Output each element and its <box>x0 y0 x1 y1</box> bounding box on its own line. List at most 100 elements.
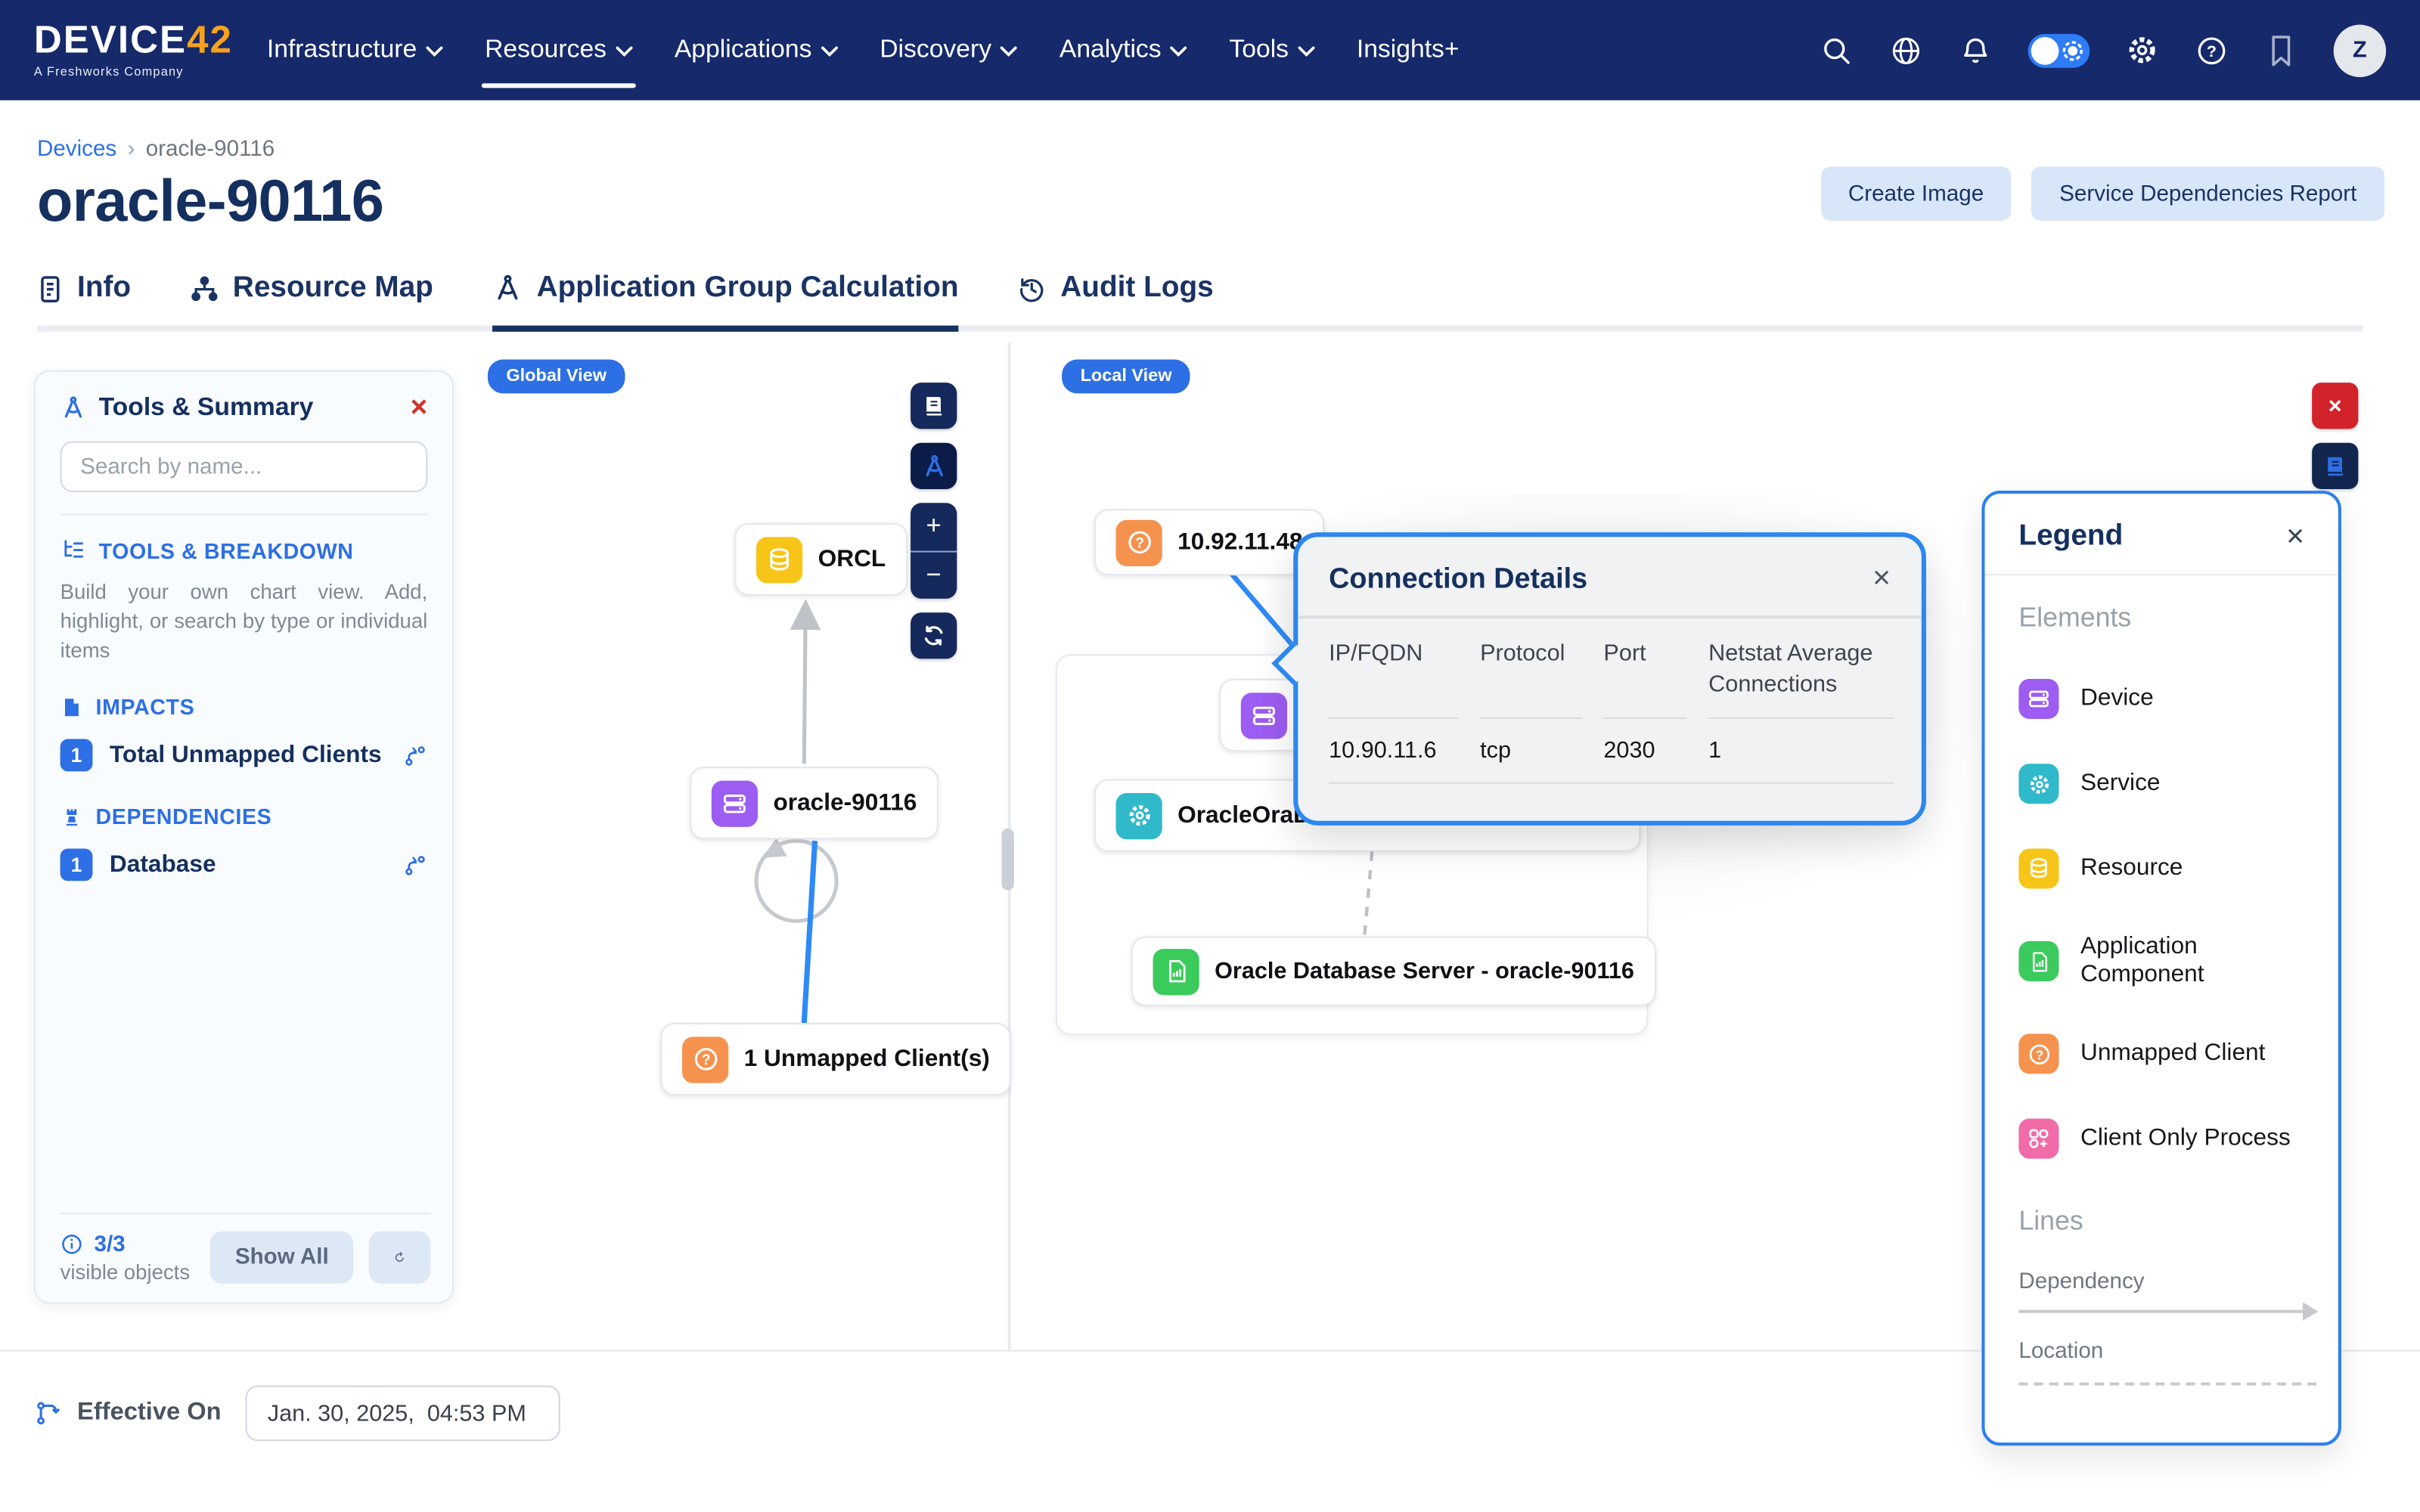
device-icon <box>712 780 758 826</box>
service-icon <box>1116 792 1162 838</box>
location-line-sample <box>2018 1383 2316 1386</box>
chevron-down-icon <box>1171 46 1187 57</box>
nav-item-tools[interactable]: Tools <box>1229 0 1314 101</box>
zoom-out-button[interactable]: − <box>911 552 957 599</box>
legend-item-device: Device <box>2018 679 2304 719</box>
close-icon[interactable]: × <box>2286 525 2304 550</box>
nav-item-analytics[interactable]: Analytics <box>1060 0 1187 101</box>
nav-item-resources[interactable]: Resources <box>485 0 633 101</box>
tab-info[interactable]: Info <box>37 271 131 332</box>
node-label: 10.92.11.48 <box>1177 528 1302 556</box>
node-list-button[interactable] <box>911 383 957 429</box>
book-icon <box>2322 454 2347 479</box>
show-all-button[interactable]: Show All <box>210 1232 353 1284</box>
breakdown-heading: TOOLS & BREAKDOWN <box>99 538 354 562</box>
table-cell-port: 2030 <box>1603 717 1686 782</box>
compass-icon <box>920 453 947 479</box>
brand-text: DEVICE <box>34 18 187 61</box>
row-divider <box>1329 782 1894 784</box>
toggle-knob <box>2031 36 2059 64</box>
search-input[interactable] <box>60 442 428 492</box>
column-header: IP/FQDN <box>1329 638 1458 717</box>
node-label: ORCL <box>818 545 886 573</box>
node-unmapped-clients[interactable]: ? 1 Unmapped Client(s) <box>660 1023 1011 1095</box>
main-nav: Infrastructure Resources Applications Di… <box>267 0 1460 101</box>
node-unmapped-ip[interactable]: ? 10.92.11.48 <box>1094 509 1324 575</box>
node-device-oracle-90116[interactable]: oracle-90116 <box>690 767 939 839</box>
visible-objects-caption: visible objects <box>60 1259 191 1283</box>
splitter-handle[interactable] <box>1001 829 1013 891</box>
nav-item-discovery[interactable]: Discovery <box>880 0 1018 101</box>
brand-accent: 42 <box>187 18 233 61</box>
search-icon[interactable] <box>1820 33 1854 67</box>
globe-icon[interactable] <box>1889 33 1923 67</box>
connection-details-popup: Connection Details × IP/FQDN Protocol Po… <box>1293 532 1926 826</box>
unmapped-client-icon: ? <box>2018 1033 2059 1074</box>
node-label: 1 Unmapped Client(s) <box>744 1046 990 1074</box>
svg-text:?: ? <box>2207 42 2217 60</box>
refresh-icon <box>393 1245 405 1270</box>
legend-panel: Legend × Elements Device Service Resourc… <box>1981 491 2341 1445</box>
client-only-process-icon <box>2018 1119 2059 1159</box>
effective-on-icon <box>34 1399 62 1427</box>
avatar-initial: Z <box>2353 37 2367 64</box>
chevron-down-icon <box>1298 46 1314 57</box>
chevron-down-icon <box>616 46 632 57</box>
breadcrumb-current: oracle-90116 <box>146 138 275 163</box>
nav-item-infrastructure[interactable]: Infrastructure <box>267 0 443 101</box>
tools-summary-panel: Tools & Summary × TOOLS & BREAKDOWN Buil… <box>34 370 454 1304</box>
breakdown-description: Build your own chart view. Add, highligh… <box>60 577 428 665</box>
close-icon[interactable]: × <box>1872 566 1891 591</box>
table-cell-protocol: tcp <box>1480 717 1582 782</box>
local-view-badge: Local View <box>1062 360 1190 394</box>
zoom-controls: + − <box>911 503 957 599</box>
compass-icon <box>60 395 87 421</box>
refresh-layout-button[interactable] <box>911 612 957 658</box>
list-tree-icon <box>60 537 87 563</box>
breadcrumb: Devices › oracle-90116 <box>37 138 275 163</box>
top-navbar: DEVICE42 A Freshworks Company Infrastruc… <box>0 0 2420 101</box>
legend-item-application-component: Application Component <box>2018 934 2304 989</box>
zoom-in-button[interactable]: + <box>911 503 957 551</box>
help-icon[interactable]: ? <box>2195 33 2229 67</box>
user-avatar[interactable]: Z <box>2334 24 2386 76</box>
tab-audit-logs[interactable]: Audit Logs <box>1017 271 1214 332</box>
application-component-icon <box>2018 941 2059 981</box>
book-icon <box>921 393 946 418</box>
node-app-component[interactable]: Oracle Database Server - oracle-90116 <box>1131 937 1656 1006</box>
tools-summary-title: Tools & Summary <box>99 393 314 423</box>
node-label: oracle-90116 <box>773 789 917 817</box>
service-dependencies-report-button[interactable]: Service Dependencies Report <box>2031 166 2384 220</box>
node-resource-orcl[interactable]: ORCL <box>734 523 907 596</box>
close-icon[interactable]: × <box>411 395 428 420</box>
tab-resource-map[interactable]: Resource Map <box>190 271 433 332</box>
breadcrumb-devices-link[interactable]: Devices <box>37 138 116 163</box>
application-component-icon <box>1153 948 1199 994</box>
local-node-list-button[interactable] <box>2312 443 2358 489</box>
branch-icon[interactable] <box>403 744 428 769</box>
theme-toggle[interactable] <box>2028 33 2090 67</box>
chevron-down-icon <box>1001 46 1017 57</box>
bookmark-icon[interactable] <box>2264 33 2298 67</box>
effective-on-datetime-input[interactable]: Jan. 30, 2025, 04:53 PM <box>246 1386 560 1441</box>
sitemap-icon <box>190 274 219 303</box>
bell-icon[interactable] <box>1959 33 1993 67</box>
visible-objects-count: 3/3 <box>94 1232 125 1257</box>
info-icon <box>60 1233 84 1256</box>
nav-item-insights[interactable]: Insights+ <box>1357 0 1460 101</box>
tab-application-group-calculation[interactable]: Application Group Calculation <box>492 271 958 332</box>
legend-item-unmapped-client: ? Unmapped Client <box>2018 1033 2304 1074</box>
table-cell-netstat: 1 <box>1708 717 1894 782</box>
device42-logo[interactable]: DEVICE42 A Freshworks Company <box>34 22 233 79</box>
branch-icon[interactable] <box>403 854 428 878</box>
popup-title: Connection Details <box>1329 562 1587 596</box>
nav-item-applications[interactable]: Applications <box>675 0 838 101</box>
gear-icon[interactable] <box>2125 33 2159 67</box>
header-actions: Create Image Service Dependencies Report <box>1820 166 2384 220</box>
refresh-button[interactable] <box>369 1232 431 1284</box>
create-image-button[interactable]: Create Image <box>1820 166 2012 220</box>
service-icon <box>2018 764 2059 804</box>
tools-summary-toggle-button[interactable] <box>911 443 957 489</box>
close-local-view-button[interactable]: × <box>2312 383 2358 429</box>
legend-item-client-only-process: Client Only Process <box>2018 1119 2304 1159</box>
